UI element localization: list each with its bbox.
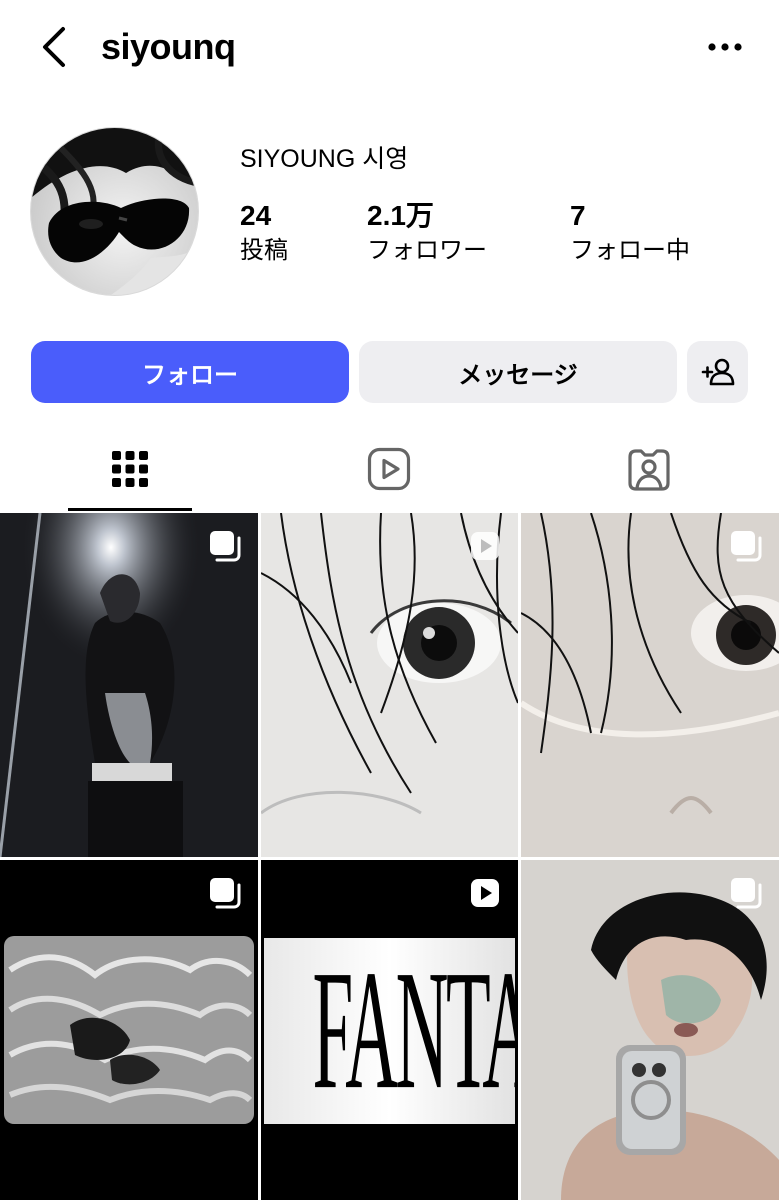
add-person-icon [701,358,734,386]
stat-followers-label: フォロワー [367,237,487,264]
post-image [0,860,258,1200]
post-image [261,513,518,857]
post-tile[interactable] [521,513,779,857]
stat-following-label: フォロー中 [570,237,690,264]
carousel-icon [210,878,241,909]
stat-posts-count: 24 [240,200,272,231]
grid-icon [112,451,148,487]
reel-play-icon [471,879,499,907]
post-tile[interactable] [0,860,258,1200]
active-tab-indicator [68,508,192,511]
post-tile[interactable] [261,513,518,857]
tab-tagged[interactable] [588,430,710,508]
profile-header: siyounq [0,0,779,95]
post-image [521,513,779,857]
profile-display-name: SIYOUNG 시영 [240,145,409,173]
back-button[interactable] [36,24,76,70]
posts-grid: FANTASY [0,513,779,1200]
carousel-icon [210,531,241,562]
stat-followers-count: 2.1万 [367,200,434,231]
post-tile[interactable] [0,513,258,857]
follow-button[interactable]: フォロー [31,341,349,403]
profile-avatar[interactable] [31,128,198,295]
tab-posts-grid[interactable] [69,430,191,508]
profile-tabs [0,430,779,512]
carousel-icon [731,878,762,909]
stat-posts-label: 投稿 [240,237,288,264]
message-button-label: メッセージ [458,361,578,389]
post-image [0,513,258,857]
post-tile[interactable] [521,860,779,1200]
stat-following[interactable]: 7 フォロー中 [570,198,690,268]
chevron-left-icon [43,27,65,67]
more-horizontal-icon [708,43,742,51]
stat-followers[interactable]: 2.1万 フォロワー [367,198,487,268]
suggested-accounts-button[interactable] [687,341,748,403]
tab-reels[interactable] [328,430,450,508]
reels-icon [367,447,411,491]
avatar-image [31,128,198,295]
reel-play-icon [471,532,499,560]
tagged-icon [628,449,670,491]
follow-button-label: フォロー [142,361,238,389]
post-tile[interactable]: FANTASY [261,860,518,1200]
more-options-button[interactable] [700,30,750,64]
message-button[interactable]: メッセージ [359,341,677,403]
carousel-icon [731,531,762,562]
fantasy-title-text: FANTASY [312,934,519,1125]
post-image [521,860,779,1200]
stat-posts[interactable]: 24 投稿 [240,198,288,268]
stat-following-count: 7 [570,200,586,231]
profile-username: siyounq [101,26,236,67]
